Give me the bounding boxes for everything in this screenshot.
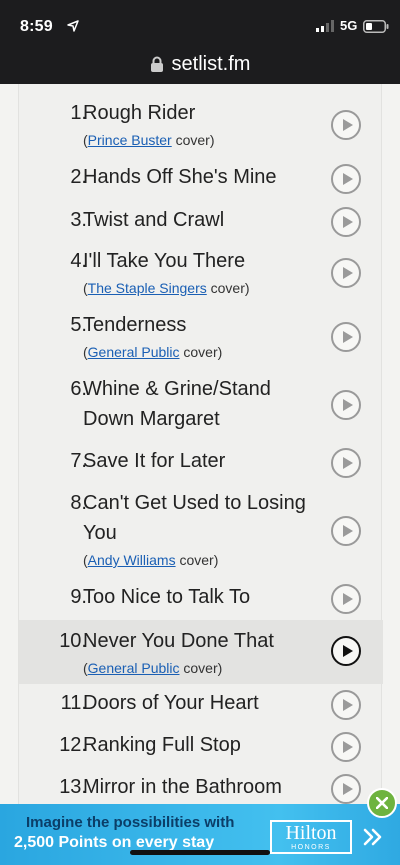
song-row: 12. Ranking Full Stop (19, 730, 383, 764)
song-title[interactable]: Twist and Crawl (83, 205, 323, 235)
ad-headline: Imagine the possibilities with (26, 814, 235, 831)
location-arrow-icon (67, 20, 79, 32)
ad-close-button[interactable] (367, 788, 397, 818)
signal-icon (316, 20, 334, 32)
cover-info: (General Public cover) (83, 660, 223, 676)
song-row: 6. Whine & Grine/Stand Down Margaret (19, 374, 383, 436)
song-row-selected: 10. Never You Done That (General Public … (19, 620, 383, 684)
song-row: 9. Too Nice to Talk To (19, 582, 383, 616)
play-icon (343, 457, 353, 469)
network-type: 5G (340, 18, 358, 33)
hilton-brand: Hilton (285, 822, 337, 844)
play-icon (343, 216, 353, 228)
cover-suffix: cover) (183, 344, 223, 360)
hilton-sub: HONORS (291, 844, 331, 851)
cover-suffix: cover) (179, 552, 219, 568)
cover-artist-link[interactable]: Prince Buster (88, 132, 172, 148)
play-button[interactable] (331, 390, 361, 420)
play-button[interactable] (331, 732, 361, 762)
song-row: 3. Twist and Crawl (19, 205, 383, 239)
play-button[interactable] (331, 690, 361, 720)
song-title[interactable]: Ranking Full Stop (83, 730, 323, 760)
status-time: 8:59 (20, 18, 53, 35)
song-title[interactable]: Tenderness (83, 310, 323, 340)
cover-artist-link[interactable]: The Staple Singers (88, 280, 207, 296)
play-button[interactable] (331, 164, 361, 194)
play-icon (343, 699, 353, 711)
cover-info: (Andy Williams cover) (83, 552, 219, 568)
browser-chrome: 8:59 5G setlist.fm (0, 0, 400, 84)
cover-suffix: cover) (210, 280, 250, 296)
song-title[interactable]: Can't Get Used to Losing You (83, 488, 321, 548)
cover-artist-link[interactable]: Andy Williams (88, 552, 176, 568)
cover-suffix: cover) (175, 132, 215, 148)
song-title[interactable]: Doors of Your Heart (83, 688, 323, 718)
play-icon (343, 741, 353, 753)
song-title[interactable]: Rough Rider (83, 98, 323, 128)
url-text: setlist.fm (171, 52, 251, 75)
play-button[interactable] (331, 207, 361, 237)
cover-info: (Prince Buster cover) (83, 132, 215, 148)
play-icon (343, 593, 353, 605)
song-row: 2. Hands Off She's Mine (19, 162, 383, 196)
play-icon (343, 119, 353, 131)
song-row: 13. Mirror in the Bathroom (19, 772, 383, 804)
play-icon (343, 267, 353, 279)
song-title[interactable]: Save It for Later (83, 446, 323, 476)
play-button[interactable] (331, 584, 361, 614)
song-row: 1. Rough Rider (Prince Buster cover) (19, 98, 383, 154)
play-icon (343, 173, 353, 185)
play-icon (343, 331, 353, 343)
song-title[interactable]: Mirror in the Bathroom (83, 772, 323, 802)
song-title[interactable]: I'll Take You There (83, 246, 323, 276)
setlist-card: 1. Rough Rider (Prince Buster cover) 2. … (18, 84, 383, 804)
play-icon (343, 399, 353, 411)
song-row: 5. Tenderness (General Public cover) (19, 310, 383, 366)
play-button[interactable] (331, 516, 361, 546)
cover-artist-link[interactable]: General Public (88, 344, 180, 360)
address-bar[interactable]: setlist.fm (0, 44, 400, 84)
play-icon (343, 525, 353, 537)
hilton-logo: Hilton HONORS (270, 820, 352, 854)
play-button[interactable] (331, 258, 361, 288)
play-button[interactable] (331, 110, 361, 140)
play-icon (343, 783, 353, 795)
cover-info: (General Public cover) (83, 344, 223, 360)
lock-icon (150, 56, 163, 72)
play-button[interactable] (331, 636, 361, 666)
song-title[interactable]: Whine & Grine/Stand Down Margaret (83, 374, 315, 434)
cover-artist-link[interactable]: General Public (88, 660, 180, 676)
play-button[interactable] (331, 322, 361, 352)
play-button[interactable] (331, 774, 361, 804)
chevron-right-icon[interactable] (362, 826, 384, 848)
song-row: 11. Doors of Your Heart (19, 688, 383, 722)
play-button[interactable] (331, 448, 361, 478)
song-row: 8. Can't Get Used to Losing You (Andy Wi… (19, 488, 383, 574)
play-icon (343, 645, 353, 657)
song-title[interactable]: Never You Done That (83, 626, 323, 656)
ad-banner[interactable]: Imagine the possibilities with 2,500 Poi… (0, 804, 400, 865)
cover-suffix: cover) (183, 660, 223, 676)
song-row: 4. I'll Take You There (The Staple Singe… (19, 246, 383, 302)
close-icon (376, 797, 388, 809)
home-indicator[interactable] (130, 850, 270, 855)
song-title[interactable]: Hands Off She's Mine (83, 162, 323, 192)
status-bar: 8:59 5G (0, 0, 400, 44)
cover-info: (The Staple Singers cover) (83, 280, 250, 296)
song-row: 7. Save It for Later (19, 446, 383, 480)
song-title[interactable]: Too Nice to Talk To (83, 582, 323, 612)
battery-icon (363, 20, 389, 33)
